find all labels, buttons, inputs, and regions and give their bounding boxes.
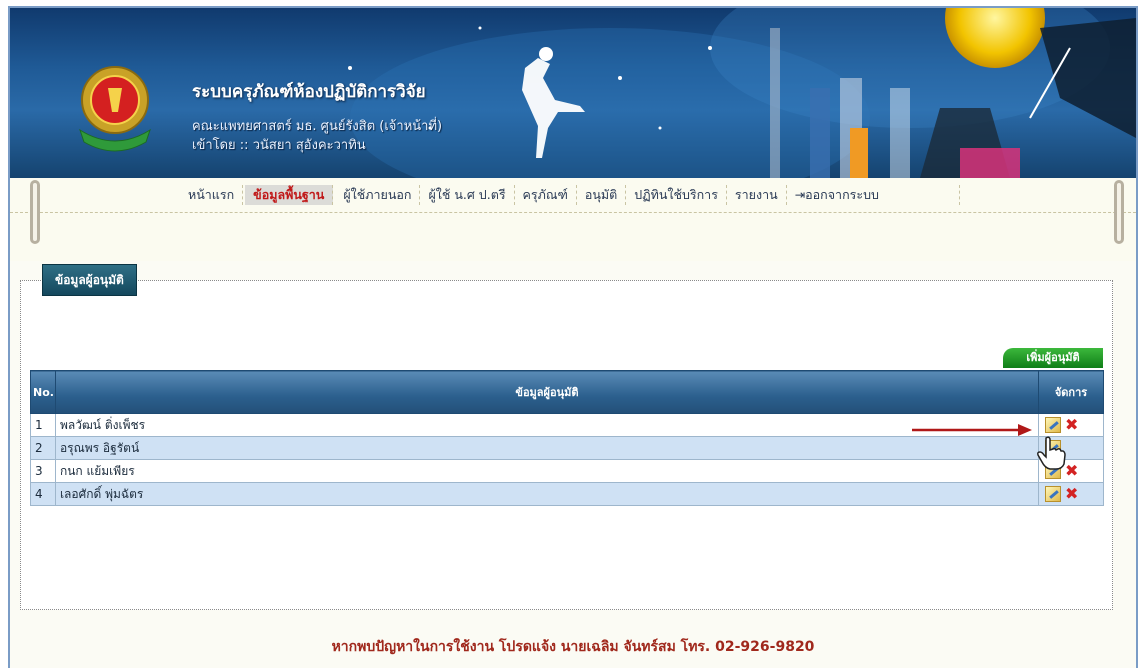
support-footer: หากพบปัญหาในการใช้งาน โปรดแจ้ง นายเฉลิม … (331, 639, 815, 655)
approvers-table: No. ข้อมูลผู้อนุมัติ จัดการ 1 พลวัฒน์ ติ… (30, 370, 1104, 506)
row-actions: ✖ (1038, 482, 1104, 506)
col-no: No. (30, 370, 56, 414)
approver-name: เลอศักดิ์ พุ่มฉัตร (54, 482, 1040, 506)
left-hook-icon (30, 180, 40, 244)
approver-name: อรุณพร อิฐรัตน์ (54, 436, 1040, 460)
main-menu: หน้าแรก ข้อมูลพื้นฐาน ผู้ใช้ภายนอก ผู้ใช… (180, 178, 960, 212)
delete-icon[interactable]: ✖ (1065, 417, 1078, 433)
menu-item-logout[interactable]: ⇥ออกจากระบบ (787, 185, 960, 205)
edit-icon[interactable] (1045, 417, 1061, 433)
table-row: 2 อรุณพร อิฐรัตน์ ✖ (30, 436, 1104, 460)
delete-icon[interactable]: ✖ (1065, 486, 1078, 502)
red-arrow-icon (912, 424, 1032, 436)
approver-name: พลวัฒน์ ติ่งเพ็ชร (54, 413, 1040, 437)
menu-item-report[interactable]: รายงาน (727, 185, 787, 205)
university-seal-logo (79, 66, 151, 152)
menu-item-home[interactable]: หน้าแรก (180, 185, 244, 205)
logout-label: ออกจากระบบ (805, 187, 879, 202)
row-number: 1 (30, 413, 56, 437)
table-header-row: No. ข้อมูลผู้อนุมัติ จัดการ (30, 370, 1104, 414)
menu-item-approve[interactable]: อนุมัติ (577, 185, 627, 205)
menu-item-basic-data[interactable]: ข้อมูลพื้นฐาน (245, 185, 334, 205)
col-manage: จัดการ (1038, 370, 1104, 414)
table-row: 4 เลอศักดิ์ พุ่มฉัตร ✖ (30, 482, 1104, 506)
menu-item-equipment[interactable]: ครุภัณฑ์ (515, 185, 577, 205)
table-row: 3 กนก แย้มเพียร ✖ (30, 459, 1104, 483)
header-illustration (348, 8, 1136, 178)
row-number: 2 (30, 436, 56, 460)
logout-icon: ⇥ (794, 187, 806, 202)
row-number: 3 (30, 459, 56, 483)
add-approver-button[interactable]: เพิ่มผู้อนุมัติ (1003, 348, 1103, 368)
row-actions: ✖ (1038, 413, 1104, 437)
site-subtitle: คณะแพทยศาสตร์ มธ. ศูนย์รังสิต (เจ้าหน้าท… (192, 119, 443, 134)
menu-item-student-users[interactable]: ผู้ใช้ น.ศ ป.ตรี (420, 185, 515, 205)
row-number: 4 (30, 482, 56, 506)
logged-in-user: เข้าโดย :: วนัสยา สุอังคะวาทิน (192, 138, 366, 153)
site-header: ระบบครุภัณฑ์ห้องปฏิบัติการวิจัย คณะแพทยศ… (10, 8, 1136, 178)
edit-icon[interactable] (1045, 486, 1061, 502)
col-approver-info: ข้อมูลผู้อนุมัติ (54, 370, 1040, 414)
right-hook-icon (1114, 180, 1124, 244)
delete-icon[interactable]: ✖ (1065, 463, 1078, 479)
approver-name: กนก แย้มเพียร (54, 459, 1040, 483)
menu-item-calendar[interactable]: ปฏิทินใช้บริการ (626, 185, 727, 205)
main-menu-bar: หน้าแรก ข้อมูลพื้นฐาน ผู้ใช้ภายนอก ผู้ใช… (10, 178, 1136, 213)
site-title: ระบบครุภัณฑ์ห้องปฏิบัติการวิจัย (192, 82, 426, 102)
pointer-hand-cursor-icon (1037, 436, 1066, 470)
menu-item-external-users[interactable]: ผู้ใช้ภายนอก (335, 185, 421, 205)
menu-strip (10, 213, 1136, 261)
panel-legend: ข้อมูลผู้อนุมัติ (42, 264, 137, 296)
